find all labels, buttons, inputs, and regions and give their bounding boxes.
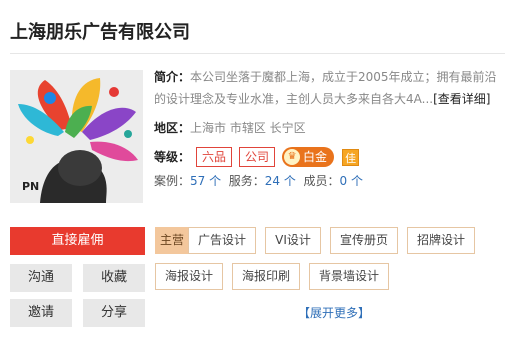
platinum-badge: ♛ 白金 — [282, 147, 335, 167]
view-details-link[interactable]: [查看详细] — [433, 92, 490, 106]
members-unit: 个 — [347, 174, 364, 188]
service-tag-ad-design[interactable]: 广告设计 — [188, 227, 256, 254]
company-name: 上海朋乐广告有限公司 — [10, 22, 190, 43]
region-label: 地区： — [154, 121, 191, 135]
region-row: 地区：上海市 市辖区 长宁区 — [154, 117, 306, 139]
svg-text:PN: PN — [22, 180, 39, 193]
stats-row: 案例：57 个 服务：24 个 成员：0 个 — [154, 170, 363, 192]
service-tag-backdrop-design[interactable]: 背景墙设计 — [309, 263, 389, 290]
region-value: 上海市 市辖区 长宁区 — [190, 121, 306, 135]
hire-button[interactable]: 直接雇佣 — [10, 227, 145, 255]
members-label: 成员： — [303, 174, 340, 188]
invite-button[interactable]: 邀请 — [10, 299, 72, 327]
cases-label: 案例： — [154, 174, 191, 188]
divider — [10, 53, 505, 54]
service-tag-poster-design[interactable]: 海报设计 — [155, 263, 223, 290]
service-tag-signboard[interactable]: 招牌设计 — [407, 227, 475, 254]
communicate-button[interactable]: 沟通 — [10, 264, 72, 292]
logo-artwork: PN — [10, 70, 143, 203]
intro-text: 简介：本公司坐落于魔都上海，成立于2005年成立；拥有最前沿的设计理念及专业水准… — [154, 66, 504, 110]
favorite-button[interactable]: 收藏 — [83, 264, 145, 292]
cases-unit: 个 — [205, 174, 222, 188]
medal-icon: ♛ — [284, 149, 301, 165]
share-button[interactable]: 分享 — [83, 299, 145, 327]
company-logo[interactable]: PN — [10, 70, 143, 203]
service-label: 服务： — [228, 174, 265, 188]
cases-count: 57 — [190, 174, 206, 188]
service-tag-vi-design[interactable]: VI设计 — [265, 227, 321, 254]
grade-row: 等级： 六品 公司 ♛ 白金 佳 — [154, 146, 360, 168]
jia-badge: 佳 — [342, 148, 360, 166]
service-count: 24 — [264, 174, 281, 188]
grade-label: 等级： — [154, 150, 191, 164]
service-tag-brochure[interactable]: 宣传册页 — [330, 227, 398, 254]
service-unit: 个 — [280, 174, 296, 188]
grade-badge-type: 公司 — [239, 147, 276, 167]
expand-more-link[interactable]: 【展开更多】 — [298, 304, 370, 321]
main-service-label: 主营 — [155, 227, 189, 254]
company-info: 简介：本公司坐落于魔都上海，成立于2005年成立；拥有最前沿的设计理念及专业水准… — [154, 66, 504, 188]
intro-label: 简介： — [154, 70, 191, 84]
platinum-label: 白金 — [303, 150, 328, 164]
service-tag-poster-printing[interactable]: 海报印刷 — [232, 263, 300, 290]
grade-badge-rank: 六品 — [196, 147, 233, 167]
